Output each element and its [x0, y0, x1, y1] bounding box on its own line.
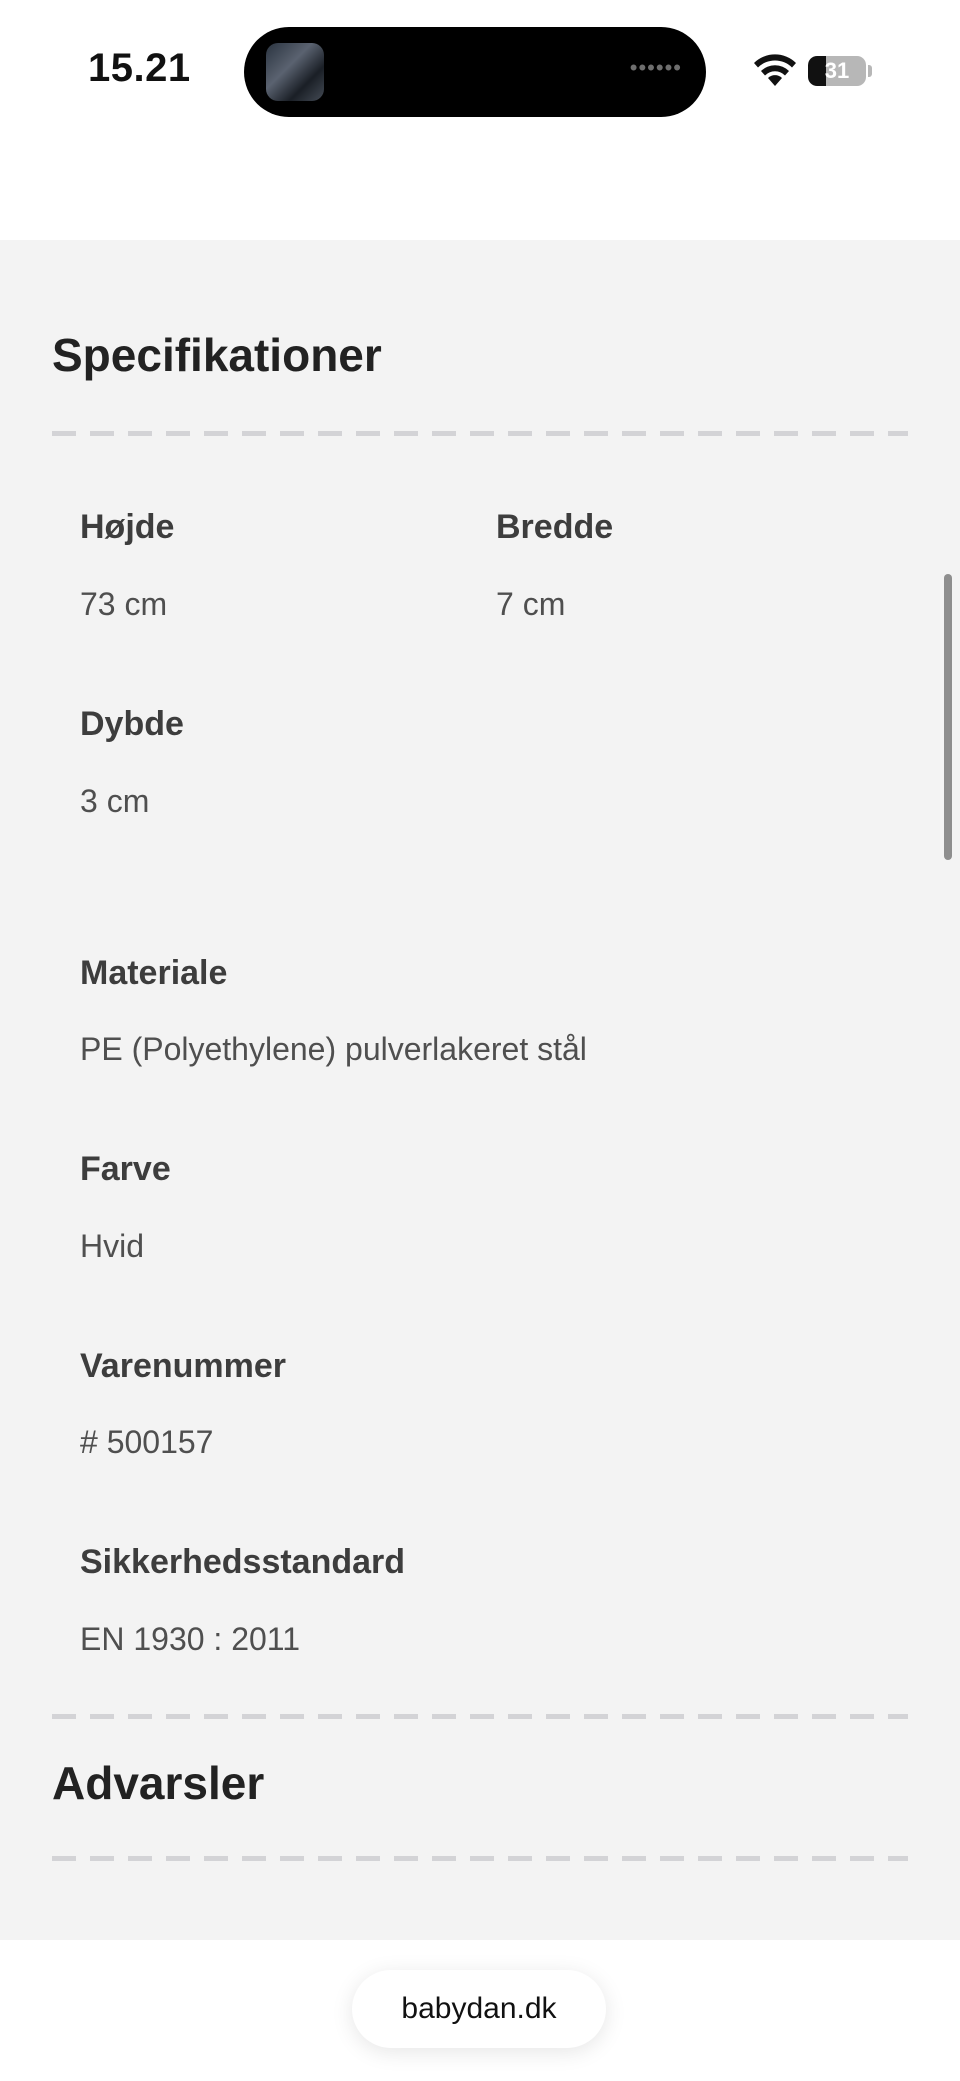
section-divider [52, 1856, 908, 1861]
url-bar[interactable]: babydan.dk [352, 1970, 606, 2048]
section-divider [52, 431, 908, 436]
now-playing-thumbnail[interactable] [266, 43, 324, 101]
height-label: Højde [80, 508, 175, 546]
material-value: PE (Polyethylene) pulverlakeret stål [80, 1031, 587, 1067]
safety-standard-value: EN 1930 : 2011 [80, 1621, 301, 1657]
dynamic-island[interactable]: •••••• [244, 27, 706, 117]
audio-waveform-icon: •••••• [629, 55, 682, 80]
product-details: Specifikationer Højde 73 cm Bredde 7 cm … [0, 240, 960, 1940]
battery-icon: 31 [808, 56, 866, 86]
warnings-heading[interactable]: Advarsler [52, 1756, 264, 1810]
width-value: 7 cm [496, 586, 566, 622]
safety-standard-label: Sikkerhedsstandard [80, 1543, 406, 1581]
width-label: Bredde [496, 508, 614, 546]
scrollbar[interactable] [944, 574, 952, 860]
browser-bottom-bar: babydan.dk [0, 1940, 960, 2081]
color-value: Hvid [80, 1228, 145, 1264]
height-value: 73 cm [80, 586, 168, 622]
specs-heading[interactable]: Specifikationer [52, 328, 382, 382]
color-label: Farve [80, 1150, 171, 1188]
item-number-label: Varenummer [80, 1347, 286, 1385]
depth-label: Dybde [80, 705, 184, 743]
item-number-value: # 500157 [80, 1424, 214, 1460]
status-bar: 15.21 •••••• 31 [0, 0, 960, 140]
depth-value: 3 cm [80, 783, 150, 819]
section-divider [52, 1714, 908, 1719]
status-time: 15.21 [88, 46, 191, 90]
wifi-icon [754, 54, 796, 86]
battery-percentage: 31 [824, 58, 850, 83]
battery-tip [868, 65, 872, 77]
material-label: Materiale [80, 954, 228, 992]
